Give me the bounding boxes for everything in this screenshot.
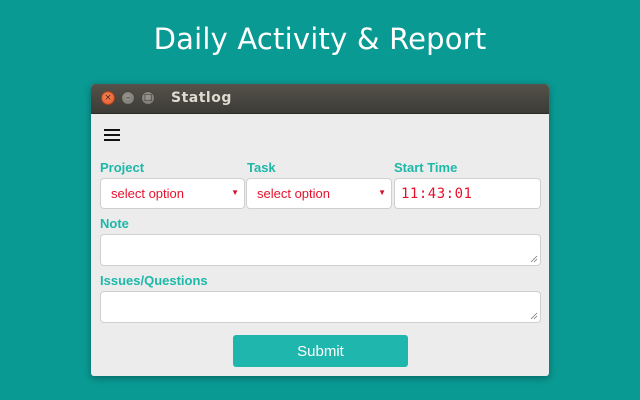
window-minimize-button[interactable]: – <box>121 91 135 105</box>
window-maximize-button[interactable]: □ <box>141 91 155 105</box>
start-time-value: 11:43:01 <box>401 185 473 202</box>
maximize-icon: □ <box>143 92 153 103</box>
minimize-icon: – <box>125 92 131 103</box>
chevron-down-icon: ▼ <box>231 188 239 197</box>
project-select[interactable]: select option ▼ <box>100 178 245 209</box>
start-time-label: Start Time <box>394 160 458 175</box>
chevron-down-icon: ▼ <box>378 188 386 197</box>
start-time-input[interactable]: 11:43:01 <box>394 178 541 209</box>
window-title: Statlog <box>171 90 232 106</box>
resize-grip-icon[interactable] <box>530 255 538 263</box>
window-close-button[interactable]: × <box>101 91 115 105</box>
resize-grip-icon[interactable] <box>530 312 538 320</box>
project-label: Project <box>100 160 145 175</box>
note-textarea[interactable] <box>100 234 541 266</box>
app-window: × – □ Statlog Project select option ▼ Ta… <box>91 84 549 376</box>
page-headline: Daily Activity & Report <box>153 22 487 56</box>
note-label: Note <box>100 216 129 231</box>
close-icon: × <box>104 92 112 103</box>
issues-label: Issues/Questions <box>100 273 208 288</box>
task-select[interactable]: select option ▼ <box>246 178 392 209</box>
project-select-value: select option <box>111 186 184 201</box>
page: Daily Activity & Report × – □ Statlog Pr… <box>0 0 640 400</box>
issues-textarea[interactable] <box>100 291 541 323</box>
task-select-value: select option <box>257 186 330 201</box>
submit-button-label: Submit <box>297 342 344 360</box>
window-titlebar[interactable]: × – □ Statlog <box>91 84 549 114</box>
submit-button[interactable]: Submit <box>233 335 408 367</box>
hamburger-menu-icon[interactable] <box>103 126 121 144</box>
task-label: Task <box>247 160 276 175</box>
